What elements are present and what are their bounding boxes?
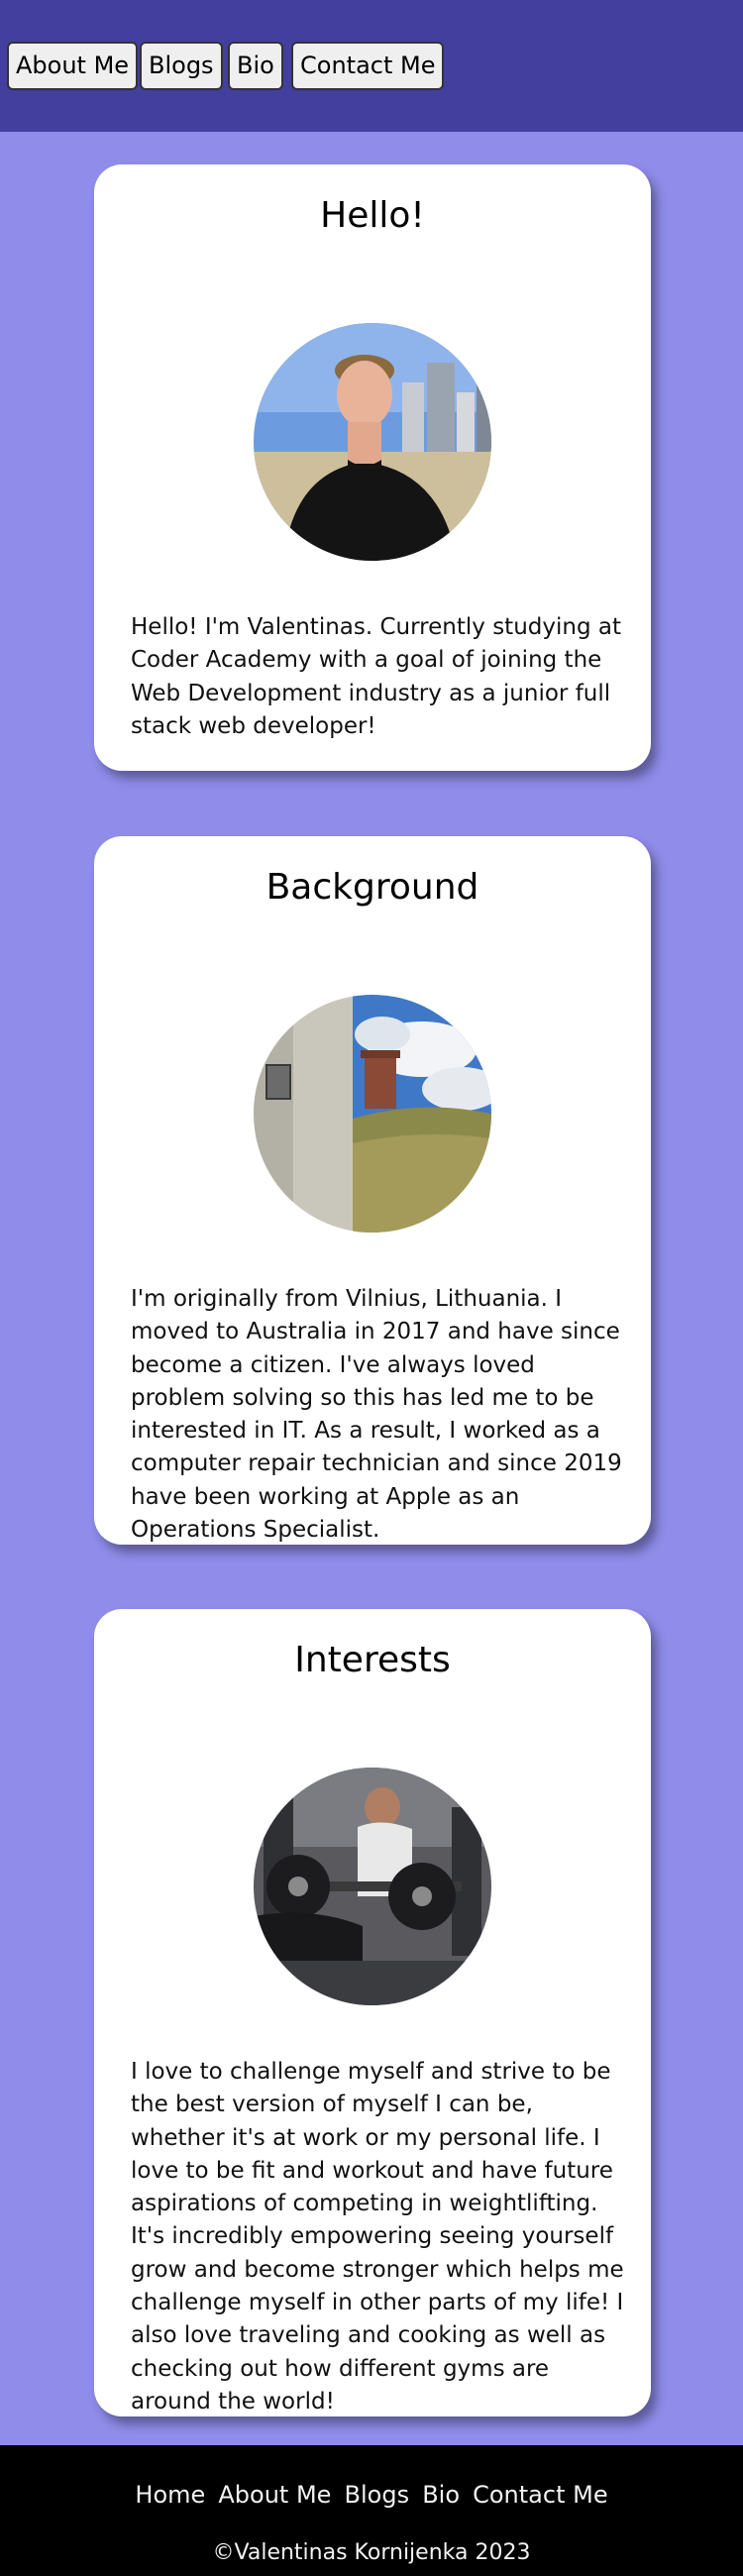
footer-link-about[interactable]: About Me (218, 2481, 331, 2509)
hello-card-title: Hello! (320, 195, 425, 236)
footer-link-contact[interactable]: Contact Me (473, 2481, 607, 2509)
interests-card-text: I love to challenge myself and strive to… (131, 2059, 624, 2415)
nav-blogs-button[interactable]: Blogs (140, 42, 223, 90)
background-card: Background I'm originally from Vilnius, … (94, 836, 651, 1545)
background-card-title: Background (265, 867, 479, 908)
gym-photo (254, 1768, 491, 2005)
interests-card: Interests I love to challenge myself and… (94, 1609, 651, 2416)
hello-card: Hello! Hello! I'm Valentinas. Currently … (94, 164, 651, 771)
nav-about-button[interactable]: About Me (7, 42, 139, 90)
footer: Home About Me Blogs Bio Contact Me ©Vale… (0, 2445, 743, 2576)
background-card-text: I'm originally from Vilnius, Lithuania. … (131, 1286, 622, 1544)
vilnius-photo (254, 995, 491, 1233)
footer-link-bio[interactable]: Bio (422, 2481, 460, 2509)
copyright-text: ©Valentinas Kornijenka 2023 (212, 2540, 531, 2565)
interests-card-title: Interests (294, 1640, 451, 1680)
footer-link-blogs[interactable]: Blogs (345, 2481, 410, 2509)
profile-photo (254, 323, 491, 561)
nav-contact-button[interactable]: Contact Me (291, 42, 445, 90)
nav-bio-button[interactable]: Bio (228, 42, 283, 90)
footer-link-home[interactable]: Home (135, 2481, 205, 2509)
header-bar: About Me Blogs Bio Contact Me (0, 0, 743, 132)
footer-nav: Home About Me Blogs Bio Contact Me (0, 2481, 743, 2509)
hello-card-text: Hello! I'm Valentinas. Currently studyin… (131, 614, 621, 739)
